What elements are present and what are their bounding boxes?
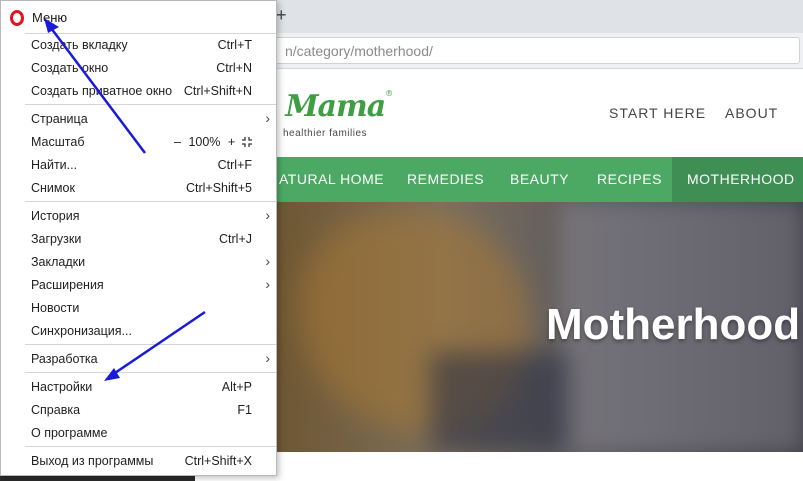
menu-item-page[interactable]: Страница ›: [1, 108, 276, 130]
menu-item-new-private-window[interactable]: Создать приватное окно Ctrl+Shift+N: [1, 80, 276, 102]
menu-item-developer[interactable]: Разработка ›: [1, 348, 276, 370]
menu-item-label: Настройки: [31, 380, 93, 394]
menu-item-label: Разработка: [31, 352, 98, 366]
menu-separator: [25, 344, 276, 345]
url-text: n/category/motherhood/: [285, 43, 433, 59]
menu-item-label: Создать приватное окно: [31, 84, 173, 98]
menu-item-help[interactable]: Справка F1: [1, 399, 276, 421]
menu-item-label: Снимок: [31, 181, 75, 195]
menu-item-shortcut: F1: [237, 403, 252, 417]
menu-item-news[interactable]: Новости: [1, 297, 276, 319]
menu-item-label: Расширения: [31, 278, 104, 292]
menu-item-shortcut: Ctrl+F: [217, 158, 252, 172]
menu-item-about[interactable]: О программе: [1, 422, 276, 444]
menu-item-find[interactable]: Найти... Ctrl+F: [1, 154, 276, 176]
menu-separator: [25, 201, 276, 202]
chevron-right-icon: ›: [265, 110, 270, 126]
menu-item-shortcut: Ctrl+Shift+5: [185, 181, 252, 195]
menu-item-label: Выход из программы: [31, 454, 154, 468]
fullscreen-icon[interactable]: [241, 136, 253, 148]
menu-item-label: Синхронизация...: [31, 324, 132, 338]
nav-natural-home[interactable]: ATURAL HOME: [279, 157, 384, 202]
menu-item-label: Масштаб: [31, 135, 85, 149]
site-tagline: healthier families: [283, 128, 368, 139]
menu-item-shortcut: Ctrl+N: [216, 61, 252, 75]
menu-title: Меню: [32, 10, 68, 25]
menu-item-label: Справка: [31, 403, 81, 417]
nav-remedies[interactable]: REMEDIES: [407, 157, 484, 202]
hero-title: Motherhood: [546, 300, 801, 349]
menu-item-label: История: [31, 209, 80, 223]
menu-item-zoom: Масштаб – 100% +: [1, 131, 276, 153]
chevron-right-icon: ›: [265, 276, 270, 292]
menu-item-new-tab[interactable]: Создать вкладку Ctrl+T: [1, 34, 276, 56]
menu-item-exit[interactable]: Выход из программы Ctrl+Shift+X: [1, 450, 276, 472]
topnav-start-here[interactable]: START HERE: [609, 105, 706, 121]
menu-item-history[interactable]: История ›: [1, 205, 276, 227]
menu-item-label: Создать вкладку: [31, 38, 128, 52]
logo-mark: ®: [385, 89, 393, 98]
menu-item-label: Страница: [31, 112, 88, 126]
menu-item-bookmarks[interactable]: Закладки ›: [1, 251, 276, 273]
zoom-out-button[interactable]: –: [174, 135, 181, 149]
opera-logo-icon: [10, 10, 24, 26]
menu-item-shortcut: Ctrl+Shift+N: [183, 84, 252, 98]
menu-item-shortcut: Ctrl+J: [219, 232, 252, 246]
menu-item-downloads[interactable]: Загрузки Ctrl+J: [1, 228, 276, 250]
menu-separator: [25, 104, 276, 105]
menu-separator: [25, 372, 276, 373]
chevron-right-icon: ›: [265, 350, 270, 366]
zoom-in-button[interactable]: +: [228, 135, 235, 149]
logo-text: s Mama: [260, 89, 386, 124]
zoom-level: 100%: [188, 135, 221, 149]
opera-main-menu: Меню Создать вкладку Ctrl+T Создать окно…: [0, 0, 277, 476]
zoom-control: – 100% +: [174, 135, 235, 149]
menu-item-settings[interactable]: Настройки Alt+P: [1, 376, 276, 398]
menu-item-sync[interactable]: Синхронизация...: [1, 320, 276, 342]
menu-item-label: Создать окно: [31, 61, 109, 75]
menu-item-shortcut: Ctrl+Shift+X: [184, 454, 252, 468]
nav-recipes[interactable]: RECIPES: [597, 157, 662, 202]
chevron-right-icon: ›: [265, 207, 270, 223]
new-tab-button[interactable]: +: [276, 4, 287, 26]
nav-motherhood[interactable]: MOTHERHOOD: [687, 157, 795, 202]
menu-item-extensions[interactable]: Расширения ›: [1, 274, 276, 296]
topnav-about[interactable]: ABOUT: [725, 105, 778, 121]
menu-item-label: Закладки: [31, 255, 86, 269]
menu-item-shortcut: Alt+P: [221, 380, 252, 394]
site-logo[interactable]: s Mama®: [260, 89, 393, 124]
menu-item-shortcut: Ctrl+T: [217, 38, 252, 52]
chevron-right-icon: ›: [265, 253, 270, 269]
menu-button[interactable]: Меню: [1, 1, 276, 33]
menu-item-label: Найти...: [31, 158, 78, 172]
menu-item-label: Новости: [31, 301, 80, 315]
nav-beauty[interactable]: BEAUTY: [510, 157, 569, 202]
menu-item-new-window[interactable]: Создать окно Ctrl+N: [1, 57, 276, 79]
menu-item-snapshot[interactable]: Снимок Ctrl+Shift+5: [1, 177, 276, 199]
menu-separator: [25, 446, 276, 447]
menu-item-label: О программе: [31, 426, 108, 440]
menu-item-label: Загрузки: [31, 232, 82, 246]
